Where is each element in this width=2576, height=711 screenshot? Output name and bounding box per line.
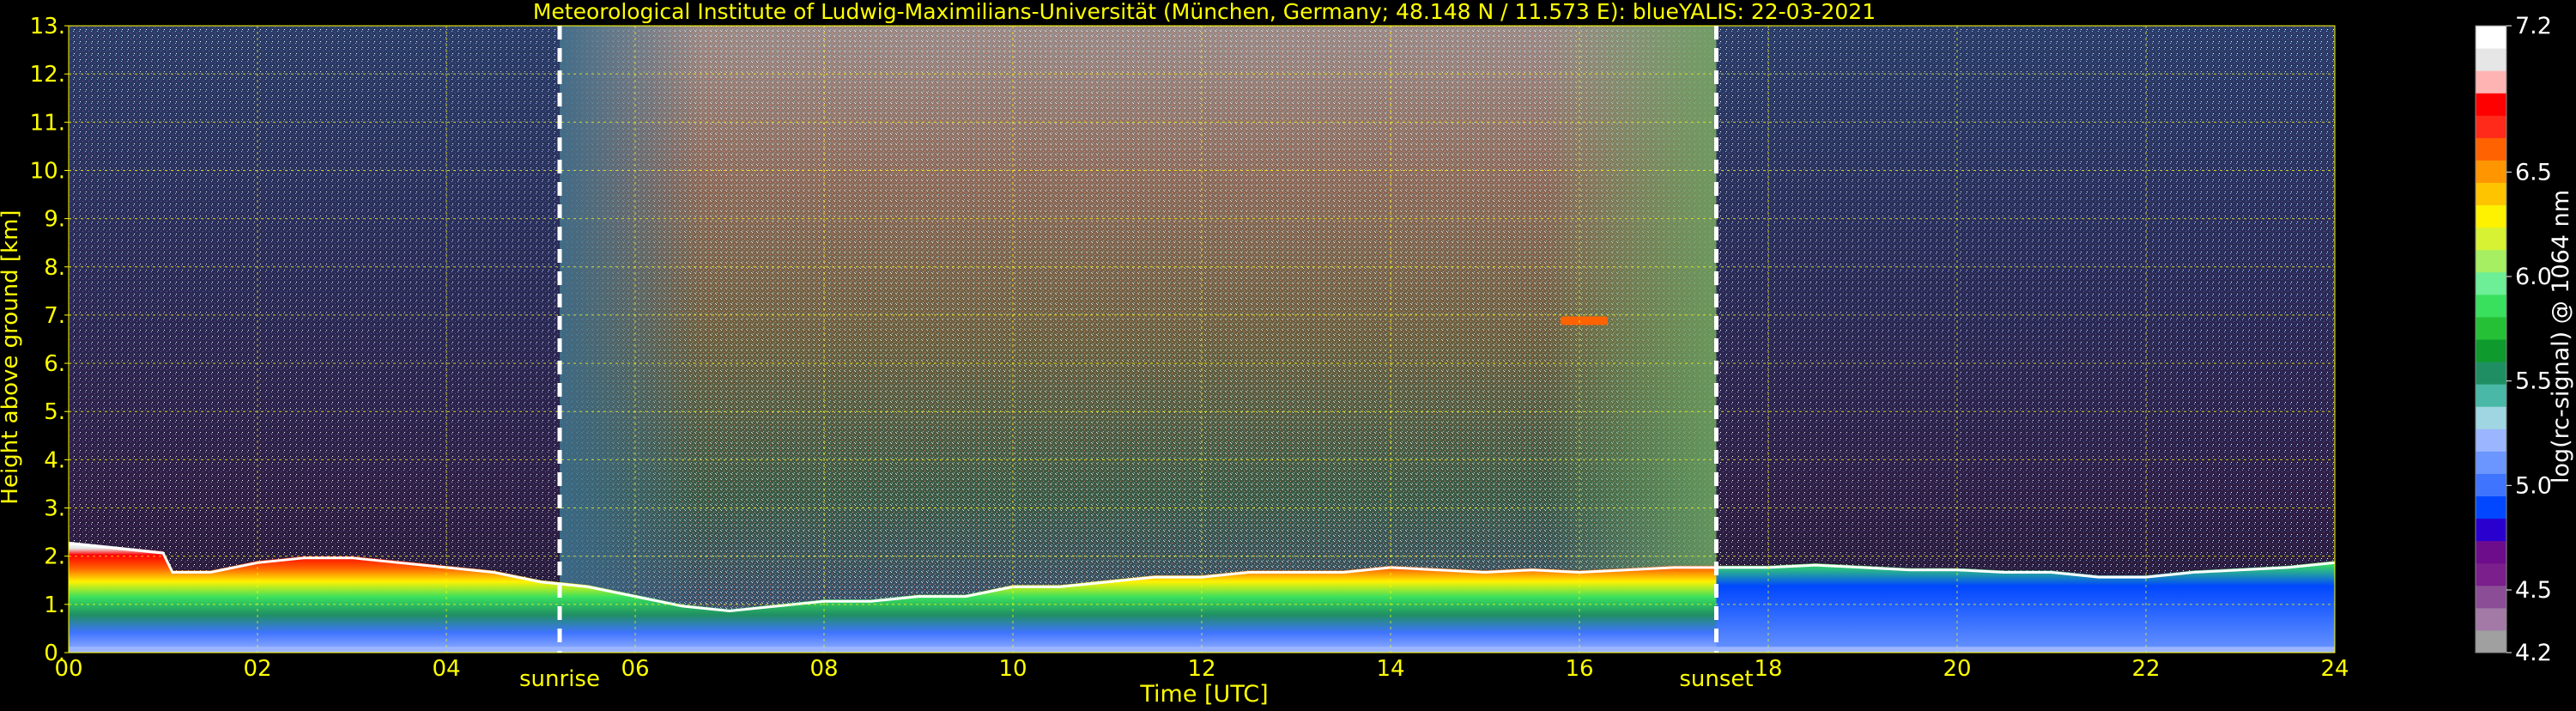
x-tick-label: 20 [1943, 656, 1971, 682]
colorbar-segment [2476, 339, 2506, 362]
x-tick-label: 00 [54, 656, 82, 682]
colorbar-segment [2476, 384, 2506, 407]
colorbar-segment [2476, 540, 2506, 564]
colorbar-segment [2476, 294, 2506, 318]
colorbar-segment [2476, 451, 2506, 474]
chart-title: Meteorological Institute of Ludwig-Maxim… [533, 0, 1876, 24]
y-axis-label: Height above ground [km] [0, 210, 23, 504]
x-tick-label: 24 [2320, 656, 2349, 682]
colorbar-tick-label: 5.5 [2515, 368, 2552, 395]
x-tick-label: 06 [621, 656, 649, 682]
sunrise-label: sunrise [519, 666, 600, 692]
colorbar-segment [2476, 271, 2506, 295]
colorbar-tick-label: 4.2 [2515, 640, 2552, 666]
colorbar-segment [2476, 473, 2506, 496]
cloud-features [1561, 316, 1608, 325]
x-tick-label: 10 [998, 656, 1027, 682]
x-tick-label: 14 [1376, 656, 1404, 682]
colorbar-segment [2476, 182, 2506, 206]
daytime-noise [560, 26, 1717, 653]
colorbar-segment [2476, 160, 2506, 183]
colorbar-tick-label: 6.5 [2515, 159, 2552, 185]
colorbar-segment [2476, 70, 2506, 94]
y-tick-label: 13. [30, 14, 65, 40]
x-tick-label: 16 [1565, 656, 1593, 682]
colorbar-segment [2476, 495, 2506, 520]
colorbar-segment [2476, 249, 2506, 273]
colorbar-segment [2476, 518, 2506, 542]
colorbar-segment [2476, 607, 2506, 631]
colorbar-segment [2476, 227, 2506, 251]
colorbar-tick-label: 4.5 [2515, 577, 2552, 604]
y-tick-label: 9. [44, 207, 65, 233]
y-tick-label: 1. [44, 592, 65, 618]
lidar-chart: sunrise sunset 0. 1. 2. 3. 4. 5. 6. 7. 8. 9. 10. 11.… [0, 0, 2576, 708]
y-tick-label: 11. [30, 110, 65, 136]
colorbar-segment [2476, 406, 2506, 429]
colorbar-segment [2476, 362, 2506, 385]
y-tick-label: 3. [44, 496, 65, 522]
x-tick-label: 04 [432, 656, 460, 682]
colorbar-segment [2476, 48, 2506, 71]
chart-svg: sunrise sunset 0.1.2.3.4.5.6.7.8.9.10.11.… [0, 0, 2574, 708]
colorbar-segment [2476, 629, 2506, 653]
y-tick-label: 2. [44, 544, 65, 570]
y-axis-ticks: 0.1.2.3.4.5.6.7.8.9.10.11.12.13. [30, 14, 69, 666]
colorbar-tick-label: 6.0 [2515, 264, 2552, 290]
colorbar-segment [2476, 204, 2506, 228]
colorbar: 4.2 4.5 5.0 5.5 6.0 6.5 7.2 [2475, 13, 2552, 666]
colorbar-segment [2476, 585, 2506, 609]
y-tick-label: 12. [30, 62, 65, 88]
y-tick-label: 7. [44, 303, 65, 329]
colorbar-label: log(rc-signal) @ 1064 nm [2548, 190, 2574, 483]
colorbar-tick-label: 5.0 [2515, 472, 2552, 499]
x-tick-label: 22 [2131, 656, 2160, 682]
colorbar-segment [2476, 562, 2506, 586]
x-tick-label: 02 [243, 656, 271, 682]
x-tick-label: 18 [1754, 656, 1782, 682]
x-tick-label: 08 [809, 656, 838, 682]
colorbar-segment [2476, 115, 2506, 138]
colorbar-tick-label: 7.2 [2515, 13, 2552, 40]
sunset-label: sunset [1679, 666, 1753, 692]
mid-level-cloud [1561, 316, 1608, 325]
x-axis-label: Time [UTC] [1139, 681, 1268, 708]
x-axis-ticks: 00 02 04 06 08 10 12 14 16 18 20 22 24 [54, 656, 2349, 682]
colorbar-segment [2476, 93, 2506, 116]
evening-transition [1546, 26, 1717, 653]
colorbar-segment [2476, 428, 2506, 452]
morning-transition [560, 26, 701, 653]
y-tick-label: 6. [44, 351, 65, 377]
colorbar-segment [2476, 137, 2506, 161]
x-tick-label: 12 [1187, 656, 1215, 682]
y-tick-label: 8. [44, 255, 65, 281]
y-tick-label: 4. [44, 447, 65, 473]
y-tick-label: 5. [44, 399, 65, 425]
y-tick-label: 10. [30, 158, 65, 184]
colorbar-segment [2476, 26, 2506, 49]
colorbar-segment [2476, 316, 2506, 340]
